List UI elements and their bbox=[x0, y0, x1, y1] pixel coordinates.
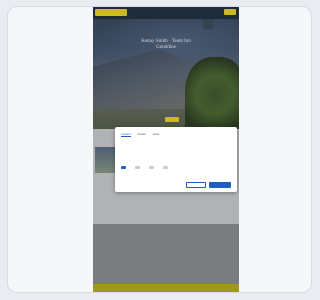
necessary-toggle[interactable] bbox=[121, 166, 126, 169]
category-statistics bbox=[149, 166, 154, 169]
allow-selection-button[interactable] bbox=[186, 182, 206, 188]
consent-categories bbox=[121, 166, 231, 169]
preview-card: Kenny Smith · Team Inn Geraldine Consent… bbox=[7, 6, 312, 293]
marketing-toggle[interactable] bbox=[163, 166, 168, 169]
website-screenshot: Kenny Smith · Team Inn Geraldine Consent… bbox=[93, 7, 239, 292]
statistics-toggle[interactable] bbox=[149, 166, 154, 169]
allow-all-button[interactable] bbox=[209, 182, 231, 188]
preferences-toggle[interactable] bbox=[135, 166, 140, 169]
tab-details[interactable]: Details bbox=[138, 133, 146, 137]
category-preferences bbox=[135, 166, 140, 169]
category-necessary bbox=[121, 166, 126, 169]
dialog-tabs: Consent Details About bbox=[121, 133, 159, 137]
tab-about[interactable]: About bbox=[153, 133, 160, 137]
tab-consent[interactable]: Consent bbox=[121, 133, 131, 137]
cookie-consent-dialog: Consent Details About bbox=[115, 127, 237, 192]
category-marketing bbox=[163, 166, 168, 169]
